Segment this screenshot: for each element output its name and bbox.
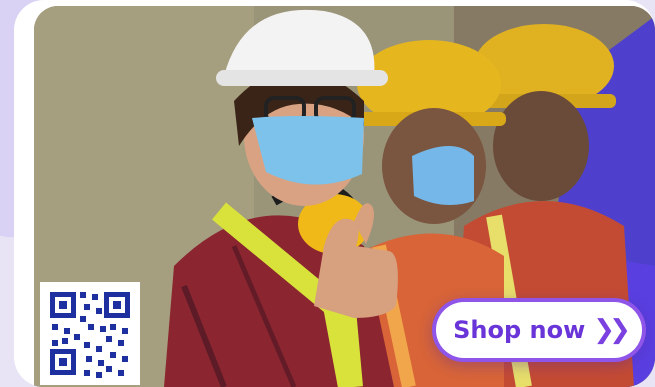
shop-now-button-inner[interactable]: Shop now ❯❯ xyxy=(436,302,642,358)
qr-code xyxy=(40,282,140,385)
shop-now-label: Shop now xyxy=(453,316,586,344)
double-chevron-right-icon: ❯❯ xyxy=(593,315,630,345)
qr-code-icon xyxy=(40,282,140,385)
promo-card: Shop now ❯❯ xyxy=(14,0,655,387)
shop-now-button[interactable]: Shop now ❯❯ xyxy=(432,298,646,362)
